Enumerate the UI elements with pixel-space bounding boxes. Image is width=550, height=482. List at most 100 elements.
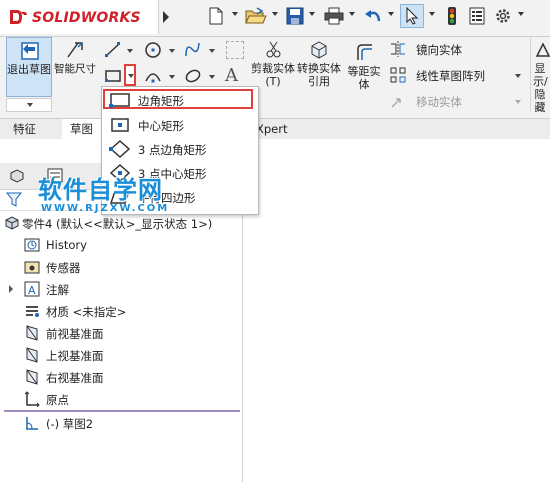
tab-sketch[interactable]: 草图 xyxy=(62,119,101,139)
spline-dropdown-icon[interactable] xyxy=(209,49,215,53)
center-rectangle-icon xyxy=(111,118,129,132)
tree-item-origin[interactable]: 原点 xyxy=(0,388,240,410)
tree-item-top-plane[interactable]: 上视基准面 xyxy=(0,344,240,366)
move-entities-label: 移动实体 xyxy=(416,95,462,109)
convert-icon xyxy=(311,41,327,59)
front-plane-label: 前视基准面 xyxy=(46,327,104,341)
save-dropdown-icon[interactable] xyxy=(309,12,315,16)
sensor-icon xyxy=(24,261,40,274)
material-label: 材质 <未指定> xyxy=(46,305,127,319)
menu-item-center-rectangle[interactable]: 中心矩形 xyxy=(102,114,258,136)
origin-icon xyxy=(24,391,40,407)
watermark: 软件自学网 WWW.RJZXW.COM xyxy=(38,170,169,214)
corner-rectangle-label: 边角矩形 xyxy=(138,94,184,108)
command-manager-ribbon: 退出草图 智能尺寸 A 剪裁实体(T) 转换实体引用 等距实体 镜向实体 线性草… xyxy=(0,37,550,118)
solidworks-logo[interactable]: SOLIDWORKS xyxy=(0,0,159,34)
history-label: History xyxy=(46,238,87,252)
spline-tool-icon[interactable] xyxy=(184,41,202,59)
sensors-label: 传感器 xyxy=(46,261,81,275)
svg-text:A: A xyxy=(28,284,36,297)
save-icon[interactable] xyxy=(284,4,306,28)
options-dropdown-icon[interactable] xyxy=(518,12,524,16)
linear-pattern-icon xyxy=(390,67,406,83)
ellipse-dropdown-icon[interactable] xyxy=(209,75,215,79)
undo-icon[interactable] xyxy=(362,4,384,28)
graphics-area[interactable] xyxy=(243,139,550,482)
print-dropdown-icon[interactable] xyxy=(349,12,355,16)
relations-icon xyxy=(535,42,550,57)
convert-entities-button[interactable]: 转换实体引用 xyxy=(297,37,341,97)
menu-item-corner-rectangle[interactable]: 边角矩形 xyxy=(102,89,258,111)
tab-features[interactable]: 特征 xyxy=(5,119,44,139)
tree-root-part[interactable]: 零件4 (默认<<默认>_显示状态 1>) xyxy=(0,212,240,234)
part-label: 零件4 (默认<<默认>_显示状态 1>) xyxy=(22,217,213,231)
new-document-icon[interactable] xyxy=(206,4,226,28)
offset-entities-button[interactable]: 等距实体 xyxy=(345,37,385,97)
3point-corner-rectangle-label: 3 点边角矩形 xyxy=(138,143,207,157)
arc-tool-icon[interactable] xyxy=(144,67,162,85)
tree-item-front-plane[interactable]: 前视基准面 xyxy=(0,322,240,344)
line-dropdown-icon[interactable] xyxy=(127,49,133,53)
offset-icon xyxy=(357,44,372,60)
menu-item-3point-corner-rectangle[interactable]: 3 点边角矩形 xyxy=(102,138,258,160)
file-properties-icon[interactable] xyxy=(466,4,488,28)
print-icon[interactable] xyxy=(322,4,346,28)
trim-icon xyxy=(266,41,281,58)
linear-pattern-label: 线性草图阵列 xyxy=(416,69,485,83)
filter-icon[interactable] xyxy=(6,192,22,208)
circle-tool-icon[interactable] xyxy=(144,41,162,59)
tree-item-annotations[interactable]: A 注解 xyxy=(0,278,240,300)
rebuild-traffic-light-icon[interactable] xyxy=(442,4,462,28)
part-icon xyxy=(5,216,19,230)
corner-rectangle-icon xyxy=(109,93,130,108)
tree-item-sensors[interactable]: 传感器 xyxy=(0,256,240,278)
annotations-label: 注解 xyxy=(46,283,69,297)
ellipse-tool-icon[interactable] xyxy=(184,67,202,85)
offset-entities-label: 等距实体 xyxy=(347,65,381,91)
grid-snap-icon[interactable] xyxy=(226,41,244,59)
open-folder-icon[interactable] xyxy=(244,4,268,28)
select-dropdown-icon[interactable] xyxy=(429,12,435,16)
linear-sketch-pattern-button[interactable]: 线性草图阵列 xyxy=(390,67,522,85)
tree-item-material[interactable]: 材质 <未指定> xyxy=(0,300,240,322)
display-hide-relations-button[interactable]: 显示/隐藏关系 xyxy=(530,37,550,112)
command-manager-tabs: 特征 草图 Xpert xyxy=(0,118,550,140)
options-gear-icon[interactable] xyxy=(492,4,514,28)
smart-dimension-button[interactable]: 智能尺寸 xyxy=(54,37,96,97)
exit-sketch-label: 退出草图 xyxy=(7,63,51,76)
rectangle-tool-icon[interactable] xyxy=(104,67,122,85)
plane-icon xyxy=(26,325,38,341)
mirror-entities-label: 镜向实体 xyxy=(416,43,462,57)
tree-item-right-plane[interactable]: 右视基准面 xyxy=(0,366,240,388)
expand-arrow-icon[interactable] xyxy=(8,285,14,293)
smart-dimension-label: 智能尺寸 xyxy=(54,63,96,75)
tree-item-history[interactable]: History xyxy=(0,234,240,256)
feature-tree-tab-icon[interactable] xyxy=(8,167,26,185)
select-pointer-icon[interactable] xyxy=(400,4,424,28)
move-entities-button[interactable]: 移动实体 xyxy=(390,93,521,111)
rectangle-dropdown-button[interactable] xyxy=(124,64,136,86)
mirror-entities-button[interactable]: 镜向实体 xyxy=(390,41,500,59)
brand-name: SOLIDWORKS xyxy=(32,10,141,26)
tree-item-sketch2[interactable]: (-) 草图2 xyxy=(0,412,240,434)
exit-sketch-dropdown[interactable] xyxy=(6,98,52,112)
expand-menu-icon[interactable] xyxy=(160,8,172,26)
annotation-icon: A xyxy=(24,281,40,297)
exit-sketch-button[interactable]: 退出草图 xyxy=(6,37,52,97)
sketch-icon xyxy=(26,417,38,430)
move-icon xyxy=(391,98,401,108)
circle-dropdown-icon[interactable] xyxy=(169,49,175,53)
linear-pattern-dropdown-icon[interactable] xyxy=(515,74,521,78)
ds-logo-icon xyxy=(10,10,27,24)
undo-dropdown-icon[interactable] xyxy=(388,12,394,16)
mirror-icon xyxy=(391,41,405,57)
trim-entities-button[interactable]: 剪裁实体(T) xyxy=(251,37,295,97)
arc-dropdown-icon[interactable] xyxy=(169,75,175,79)
plane-icon xyxy=(26,347,38,363)
new-dropdown-icon[interactable] xyxy=(232,12,238,16)
sketch2-label: (-) 草图2 xyxy=(46,417,94,431)
text-tool-icon[interactable]: A xyxy=(225,65,243,86)
line-tool-icon[interactable] xyxy=(104,41,122,59)
right-plane-label: 右视基准面 xyxy=(46,371,104,385)
open-dropdown-icon[interactable] xyxy=(272,12,278,16)
